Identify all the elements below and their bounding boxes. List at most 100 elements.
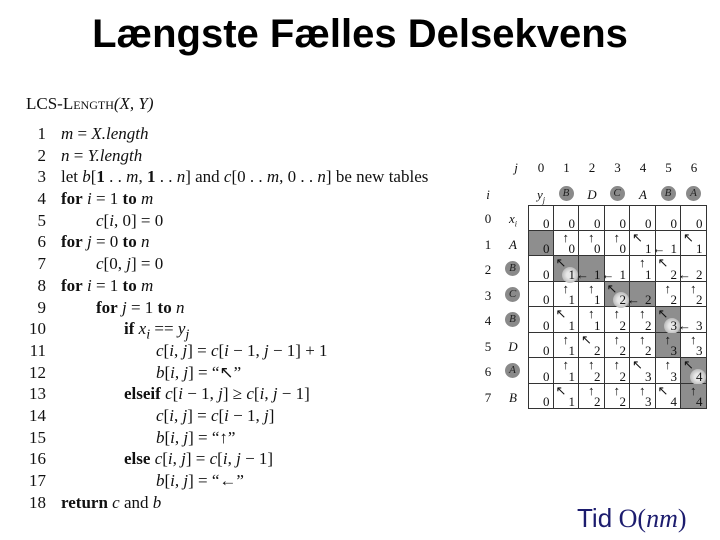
- cell-value: 3: [696, 343, 703, 358]
- arrow-diag-icon: ↖: [555, 306, 567, 321]
- cell-value: 0: [594, 215, 601, 231]
- line-text: c[i, 0] = 0: [96, 210, 164, 230]
- arrow-left-icon: ←: [627, 292, 640, 307]
- line-number: 4: [37, 189, 47, 209]
- table-cell: 0: [553, 205, 579, 231]
- arrow-diag-icon: ↖: [657, 306, 669, 321]
- row-index: 5: [484, 338, 492, 354]
- table-cell: 0: [528, 230, 554, 256]
- cell-value: 1: [594, 317, 601, 333]
- arrow-diag-icon: ↖: [683, 357, 694, 372]
- cell-value: 4: [696, 368, 703, 384]
- row-index: 2: [484, 262, 492, 277]
- algorithm-params: (X, Y): [113, 94, 154, 113]
- table-cell: ↑ 1: [553, 332, 579, 358]
- table-cell: ↑ 0: [579, 230, 605, 256]
- y-char-circled: A: [686, 186, 701, 201]
- line-text: c[i, j] = c[i − 1, j − 1] + 1: [156, 340, 328, 360]
- line-number: 6: [37, 232, 47, 252]
- cell-value: 1: [645, 241, 652, 256]
- line-text: elseif c[i − 1, j] ≥ c[i, j − 1]: [124, 384, 310, 404]
- cell-value: 0: [543, 343, 550, 358]
- row-index: 7: [484, 389, 492, 405]
- x-char-circled: B: [505, 261, 520, 276]
- cell-value: 0: [568, 215, 576, 231]
- column-index: 6: [690, 160, 698, 175]
- table-cell: ↑ 0: [604, 230, 630, 256]
- cell-value: 3: [696, 317, 703, 333]
- table-cell: 0: [528, 256, 554, 282]
- table-cell: ↑ 1: [630, 256, 656, 282]
- cell-value: 2: [696, 266, 703, 282]
- arrow-left-icon: ←: [652, 241, 666, 256]
- table-cell: 0: [630, 205, 656, 231]
- table-cell: ↑ 2: [655, 281, 681, 307]
- cell-value: 2: [594, 394, 601, 409]
- x-char: B: [509, 389, 517, 405]
- line-text: c[i, j] = c[i − 1, j]: [156, 405, 275, 425]
- time-complexity: Tid O(nm): [577, 503, 687, 534]
- cell-value: 2: [594, 368, 601, 384]
- table-cell: ↖ 4: [681, 357, 707, 385]
- row-index: 0: [484, 211, 492, 226]
- x-char-circled: C: [505, 286, 520, 302]
- x-char: D: [508, 338, 518, 354]
- y-char: A: [639, 187, 647, 202]
- arrow-diag-icon: ↖: [581, 331, 592, 347]
- table-cell: ↑ 1: [553, 358, 579, 384]
- cell-value: 2: [696, 292, 703, 307]
- column-index: 3: [614, 160, 621, 175]
- cell-value: 2: [619, 292, 627, 307]
- cell-value: 0: [696, 215, 703, 231]
- y-char: D: [587, 187, 597, 202]
- table-cell: ↑ 2: [604, 358, 630, 384]
- line-number: 15: [29, 427, 46, 447]
- cell-value: 3: [645, 368, 652, 384]
- y-char-circled: B: [558, 186, 574, 201]
- cell-value: 0: [543, 266, 550, 282]
- cell-value: 1: [568, 368, 576, 384]
- line-text: for i = 1 to m: [61, 275, 154, 295]
- table-cell: 0: [528, 307, 554, 333]
- line-text: b[i, j] = “↑”: [156, 427, 236, 447]
- table-cell: 0: [528, 205, 554, 231]
- table-cell: 0: [528, 332, 554, 358]
- line-number: 9: [37, 297, 47, 317]
- cell-value: 0: [645, 215, 652, 231]
- cell-value: 1: [568, 343, 576, 358]
- table-cell: 0: [579, 205, 605, 231]
- cell-value: 0: [594, 241, 601, 256]
- y-char-circled: B: [660, 186, 676, 201]
- cell-value: 0: [543, 317, 550, 333]
- table-cell: ↑ 3: [655, 332, 681, 358]
- cell-value: 0: [543, 394, 550, 409]
- table-cell: 0: [528, 358, 554, 384]
- algorithm-name: LCS-Length: [26, 94, 114, 113]
- table-cell: ↖ 1: [681, 230, 707, 256]
- cell-value: 0: [543, 368, 550, 384]
- table-cell: ↑ 1: [579, 281, 605, 307]
- complexity-prefix: O(: [618, 504, 647, 533]
- column-index: 2: [588, 160, 596, 175]
- row-index: 3: [484, 287, 492, 303]
- lcs-table: j i 0 1 2 3 4 5 6 yj B D C A B A 0 1 2 3 4 5 6 7 xi A B C B D A B 0 0 0 0 0 0…: [478, 155, 718, 415]
- table-cell: ↑ 3: [655, 358, 681, 384]
- row-index: 1: [484, 236, 492, 252]
- cell-value: 1: [670, 241, 678, 256]
- cell-value: 0: [670, 215, 678, 231]
- line-number: 1: [37, 124, 47, 143]
- line-text: n = Y.length: [61, 145, 143, 165]
- x-char-circled: B: [505, 312, 520, 327]
- line-text: for i = 1 to m: [61, 189, 154, 209]
- cell-value: 3: [645, 394, 652, 409]
- table-cell: ← 1: [602, 256, 630, 282]
- table-cell: ↖ 1: [553, 383, 579, 409]
- line-number: 7: [37, 254, 47, 274]
- y-char-circled: C: [609, 186, 625, 201]
- table-cell: ↑ 2: [604, 383, 630, 409]
- cell-value: 0: [543, 241, 550, 256]
- table-cell: ↖ 3: [630, 358, 656, 384]
- cell-value: 0: [543, 215, 550, 231]
- table-cell: ↖ 2: [579, 331, 605, 358]
- table-cell: 0: [528, 281, 554, 307]
